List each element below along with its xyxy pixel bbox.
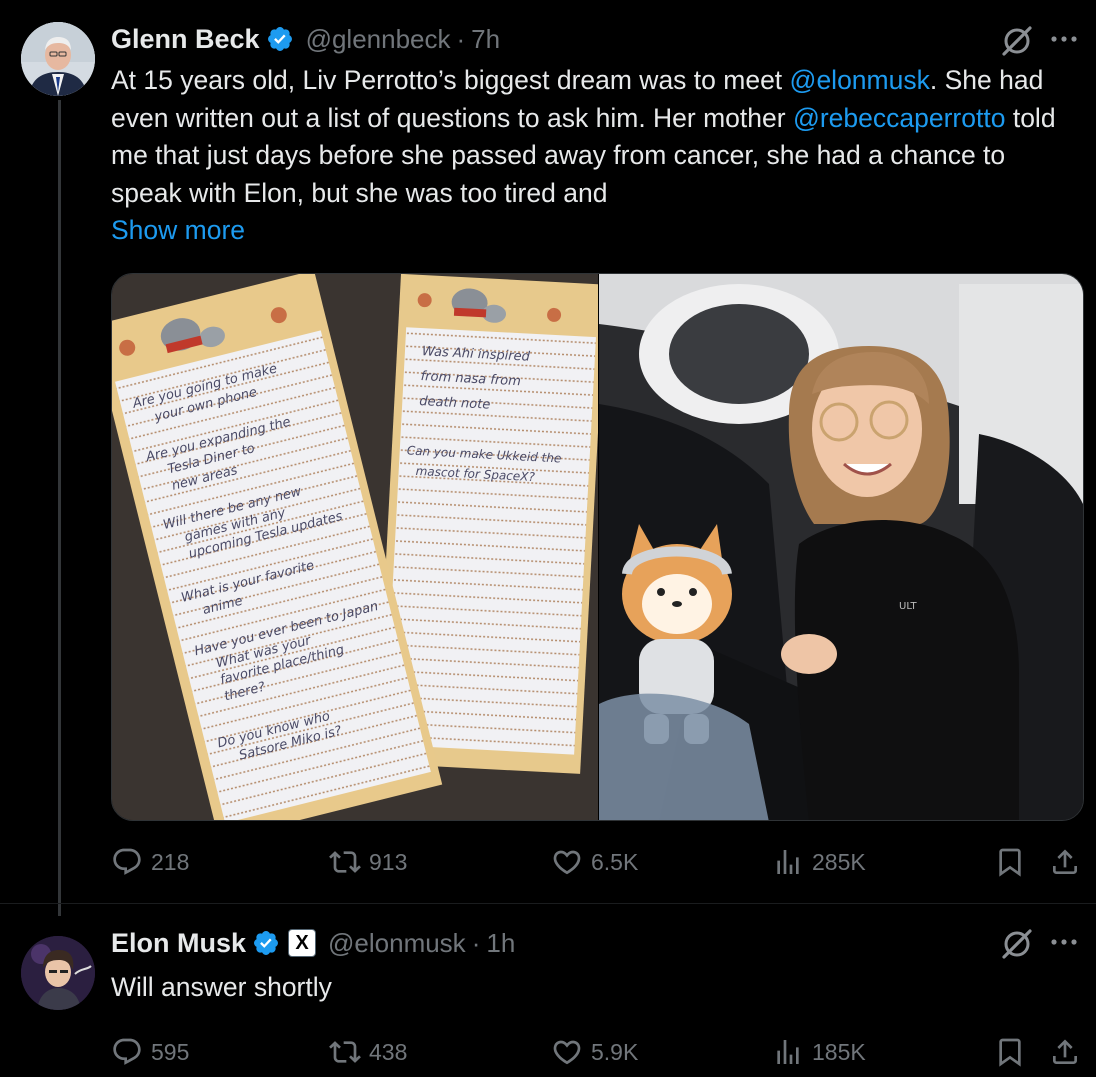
author-name[interactable]: Glenn Beck bbox=[111, 24, 260, 55]
tweet-text: Will answer shortly bbox=[111, 972, 332, 1002]
grok-icon[interactable] bbox=[1000, 927, 1034, 961]
separator-dot: · bbox=[471, 927, 481, 958]
mention-link[interactable]: @rebeccaperrotto bbox=[793, 103, 1006, 133]
more-icon[interactable] bbox=[1046, 927, 1082, 957]
like-button[interactable]: 5.9K bbox=[551, 1032, 638, 1072]
more-icon[interactable] bbox=[1046, 24, 1082, 54]
like-count: 6.5K bbox=[591, 848, 639, 875]
heart-icon bbox=[553, 850, 581, 875]
separator-dot: · bbox=[456, 23, 466, 54]
tweet-header: Glenn Beck @glennbeck · 7h bbox=[111, 21, 500, 57]
verified-badge-icon[interactable] bbox=[252, 929, 280, 957]
author-handle[interactable]: @elonmusk bbox=[328, 928, 466, 959]
reply-count: 595 bbox=[151, 1038, 190, 1065]
photo-girl-with-plush-in-capsule[interactable]: ULT bbox=[599, 274, 1083, 820]
grok-icon[interactable] bbox=[1000, 24, 1034, 58]
views-button[interactable]: 285K bbox=[772, 842, 866, 882]
avatar[interactable] bbox=[21, 22, 95, 96]
reply-icon bbox=[113, 1038, 141, 1065]
tweet-text-part: At 15 years old, Liv Perrotto’s biggest … bbox=[111, 65, 790, 95]
views-button[interactable]: 185K bbox=[772, 1032, 866, 1072]
repost-button[interactable]: 438 bbox=[329, 1032, 407, 1072]
bookmark-button[interactable] bbox=[994, 842, 1026, 882]
show-more-link[interactable]: Show more bbox=[111, 212, 1071, 250]
author-name[interactable]: Elon Musk bbox=[111, 928, 246, 959]
reply-button[interactable]: 218 bbox=[111, 842, 189, 882]
repost-icon bbox=[329, 1041, 361, 1063]
timestamp[interactable]: 1h bbox=[486, 928, 515, 959]
avatar[interactable] bbox=[21, 936, 95, 1010]
author-handle[interactable]: @glennbeck bbox=[306, 24, 451, 55]
timestamp[interactable]: 7h bbox=[471, 24, 500, 55]
bookmark-icon bbox=[999, 1038, 1021, 1067]
bookmark-button[interactable] bbox=[994, 1032, 1026, 1072]
views-count: 285K bbox=[812, 848, 866, 875]
share-button[interactable] bbox=[1049, 842, 1081, 882]
share-button[interactable] bbox=[1049, 1032, 1081, 1072]
repost-count: 438 bbox=[369, 1038, 408, 1065]
heart-icon bbox=[553, 1040, 581, 1065]
tweet-text: At 15 years old, Liv Perrotto’s biggest … bbox=[111, 62, 1071, 250]
share-icon bbox=[1053, 1039, 1077, 1064]
affiliation-badge-x[interactable]: X bbox=[288, 929, 317, 957]
tweet-media[interactable]: Was Ahi inspired from nasa from death no… bbox=[111, 273, 1084, 821]
views-count: 185K bbox=[812, 1038, 866, 1065]
verified-badge-icon[interactable] bbox=[266, 25, 294, 53]
tweet-glenn-beck[interactable]: Glenn Beck @glennbeck · 7h At 15 years o… bbox=[0, 0, 1096, 904]
tweet-actions: 218 913 6.5K 285K bbox=[111, 842, 1086, 882]
views-icon bbox=[777, 1040, 799, 1064]
tweet-actions: 595 438 5.9K 185K bbox=[111, 1032, 1086, 1072]
views-icon bbox=[777, 850, 799, 874]
like-button[interactable]: 6.5K bbox=[551, 842, 638, 882]
repost-count: 913 bbox=[369, 848, 408, 875]
reply-count: 218 bbox=[151, 848, 190, 875]
tweet-elon-musk[interactable]: Elon Musk X @elonmusk · 1h Will answer s… bbox=[0, 904, 1096, 1077]
repost-icon bbox=[329, 851, 361, 873]
bookmark-icon bbox=[999, 848, 1021, 877]
photo-handwritten-question-lists[interactable]: Was Ahi inspired from nasa from death no… bbox=[112, 274, 606, 820]
share-icon bbox=[1053, 849, 1077, 874]
tweet-header: Elon Musk X @elonmusk · 1h bbox=[111, 925, 515, 961]
mention-link[interactable]: @elonmusk bbox=[790, 65, 930, 95]
reply-button[interactable]: 595 bbox=[111, 1032, 189, 1072]
like-count: 5.9K bbox=[591, 1038, 639, 1065]
svg-text:ULT: ULT bbox=[899, 601, 918, 612]
reply-icon bbox=[113, 848, 141, 875]
repost-button[interactable]: 913 bbox=[329, 842, 407, 882]
